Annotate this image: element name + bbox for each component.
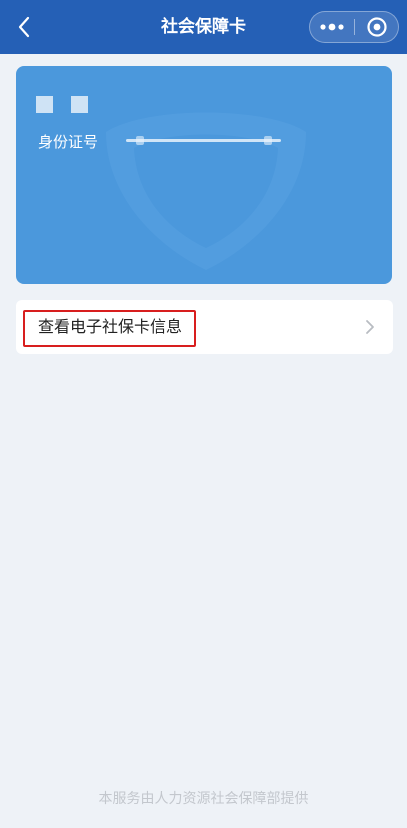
id-number-label: 身份证号 [38,133,99,151]
more-button[interactable] [310,12,354,42]
view-e-card-info-label: 查看电子社保卡信息 [38,317,183,336]
mini-program-capsule [309,11,399,43]
back-button[interactable] [10,12,38,42]
navigation-bar: 社会保障卡 [0,0,407,54]
chevron-right-icon [366,320,374,334]
shield-icon [106,112,306,270]
chevron-left-icon [18,16,30,38]
view-e-card-info-row[interactable]: 查看电子社保卡信息 [16,300,393,354]
masked-name-block [36,96,53,113]
masked-name-block [71,96,88,113]
more-dots-icon [320,23,344,31]
close-button[interactable] [355,12,398,42]
masked-id-number [126,136,281,145]
target-close-icon [366,17,387,37]
social-security-card: 身份证号 [16,66,392,284]
service-provider-footer: 本服务由人力资源社会保障部提供 [98,791,309,807]
